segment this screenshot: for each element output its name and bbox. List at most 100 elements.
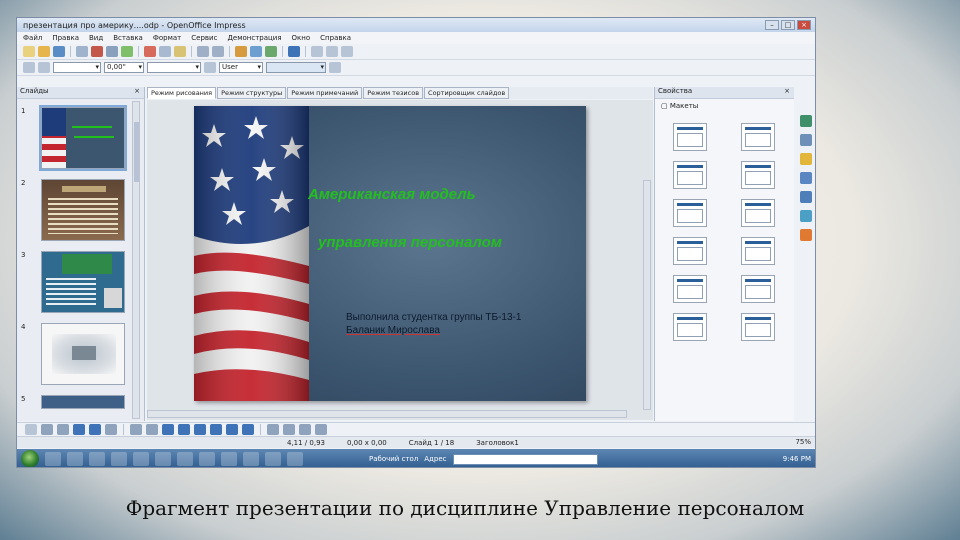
menu-item-7[interactable]: Окно (292, 34, 311, 42)
fill-color-select[interactable] (266, 62, 326, 73)
layout-option-3[interactable] (673, 161, 707, 189)
view-tab-0[interactable]: Режим рисования (147, 87, 217, 99)
styles-icon[interactable] (800, 191, 812, 203)
connector-icon[interactable] (146, 424, 158, 435)
close-button[interactable]: × (797, 20, 811, 30)
print-icon[interactable] (106, 46, 118, 57)
copy-icon[interactable] (159, 46, 171, 57)
line-icon[interactable] (41, 424, 53, 435)
image-icon[interactable] (299, 424, 311, 435)
slideshow-icon[interactable] (341, 46, 353, 57)
navigator-icon[interactable] (265, 46, 277, 57)
slide-author-line-2[interactable]: Баланик Мирослава (346, 325, 440, 336)
extrusion-icon[interactable] (315, 424, 327, 435)
slides-panel-close-icon[interactable]: × (134, 87, 140, 95)
layout-option-7[interactable] (673, 237, 707, 265)
slide-title-line-2[interactable]: управления персоналом (318, 234, 502, 251)
arrow-style-icon[interactable] (38, 62, 50, 73)
callouts-icon[interactable] (226, 424, 238, 435)
menu-item-5[interactable]: Сервис (191, 34, 217, 42)
menu-item-4[interactable]: Формат (153, 34, 181, 42)
taskbar-app-7[interactable] (177, 452, 193, 466)
fontwork-icon[interactable] (283, 424, 295, 435)
menu-item-6[interactable]: Демонстрация (227, 34, 281, 42)
taskbar-app-12[interactable] (287, 452, 303, 466)
help-icon[interactable] (288, 46, 300, 57)
symbol-shapes-icon[interactable] (178, 424, 190, 435)
navigator-side-icon[interactable] (800, 229, 812, 241)
taskbar-app-10[interactable] (243, 452, 259, 466)
undo-icon[interactable] (197, 46, 209, 57)
properties-panel-close-icon[interactable]: × (784, 87, 790, 95)
rectangle-icon[interactable] (73, 424, 85, 435)
canvas-horizontal-scrollbar[interactable] (147, 410, 627, 418)
slide-transition-icon[interactable] (800, 172, 812, 184)
menu-item-3[interactable]: Вставка (113, 34, 143, 42)
slides-scrollbar[interactable] (132, 101, 140, 419)
maximize-button[interactable]: □ (781, 20, 795, 30)
menu-item-0[interactable]: Файл (23, 34, 42, 42)
taskbar-app-11[interactable] (265, 452, 281, 466)
layout-option-1[interactable] (673, 123, 707, 151)
slide-title-line-1[interactable]: Американская модель (308, 186, 476, 203)
line-width-select[interactable]: 0,00" (104, 62, 144, 73)
taskbar-app-4[interactable] (111, 452, 127, 466)
menu-item-1[interactable]: Правка (52, 34, 79, 42)
edit-icon[interactable] (76, 46, 88, 57)
table-icon[interactable] (250, 46, 262, 57)
taskbar-app-5[interactable] (133, 452, 149, 466)
layout-option-10[interactable] (741, 275, 775, 303)
open-icon[interactable] (38, 46, 50, 57)
taskbar-app-3[interactable] (89, 452, 105, 466)
text-icon[interactable] (105, 424, 117, 435)
view-tab-3[interactable]: Режим тезисов (363, 87, 424, 99)
taskbar-app-1[interactable] (45, 452, 61, 466)
master-slides-icon[interactable] (800, 134, 812, 146)
minimize-button[interactable]: – (765, 20, 779, 30)
taskbar-app-6[interactable] (155, 452, 171, 466)
current-slide[interactable]: Американская модель управления персонало… (194, 106, 586, 401)
menu-item-8[interactable]: Справка (320, 34, 351, 42)
menu-item-2[interactable]: Вид (89, 34, 103, 42)
paste-icon[interactable] (174, 46, 186, 57)
clock[interactable]: 9:46 PM (783, 455, 815, 463)
line-style-select[interactable] (53, 62, 101, 73)
layout-option-5[interactable] (673, 199, 707, 227)
stars-icon[interactable] (242, 424, 254, 435)
shadow-icon[interactable] (329, 62, 341, 73)
arrow-icon[interactable] (57, 424, 69, 435)
area-style-select[interactable]: User (219, 62, 263, 73)
layout-option-8[interactable] (741, 237, 775, 265)
chart-icon[interactable] (235, 46, 247, 57)
cut-icon[interactable] (144, 46, 156, 57)
points-icon[interactable] (267, 424, 279, 435)
new-icon[interactable] (23, 46, 35, 57)
basic-shapes-icon[interactable] (162, 424, 174, 435)
desktop-toolbar-label[interactable]: Рабочий стол (369, 455, 418, 463)
layouts-section-title[interactable]: ▢ Макеты (655, 99, 794, 113)
select-icon[interactable] (25, 424, 37, 435)
redo-icon[interactable] (212, 46, 224, 57)
export-pdf-icon[interactable] (91, 46, 103, 57)
start-button[interactable] (21, 450, 39, 467)
layout-option-4[interactable] (741, 161, 775, 189)
area-icon[interactable] (204, 62, 216, 73)
layout-option-6[interactable] (741, 199, 775, 227)
address-input[interactable] (452, 453, 598, 465)
slide-author-line-1[interactable]: Выполнила студентка группы ТБ-13-1 (346, 312, 521, 323)
layout-option-11[interactable] (673, 313, 707, 341)
gallery-icon[interactable] (800, 210, 812, 222)
layout-option-2[interactable] (741, 123, 775, 151)
canvas-vertical-scrollbar[interactable] (643, 180, 651, 410)
taskbar-app-2[interactable] (67, 452, 83, 466)
slide-layout-icon[interactable] (311, 46, 323, 57)
layout-option-12[interactable] (741, 313, 775, 341)
save-icon[interactable] (53, 46, 65, 57)
ellipse-icon[interactable] (89, 424, 101, 435)
layout-option-9[interactable] (673, 275, 707, 303)
flowchart-icon[interactable] (210, 424, 222, 435)
zoom-level[interactable]: 75% (795, 438, 811, 446)
view-tab-1[interactable]: Режим структуры (217, 87, 287, 99)
properties-icon[interactable] (800, 115, 812, 127)
custom-animation-icon[interactable] (800, 153, 812, 165)
